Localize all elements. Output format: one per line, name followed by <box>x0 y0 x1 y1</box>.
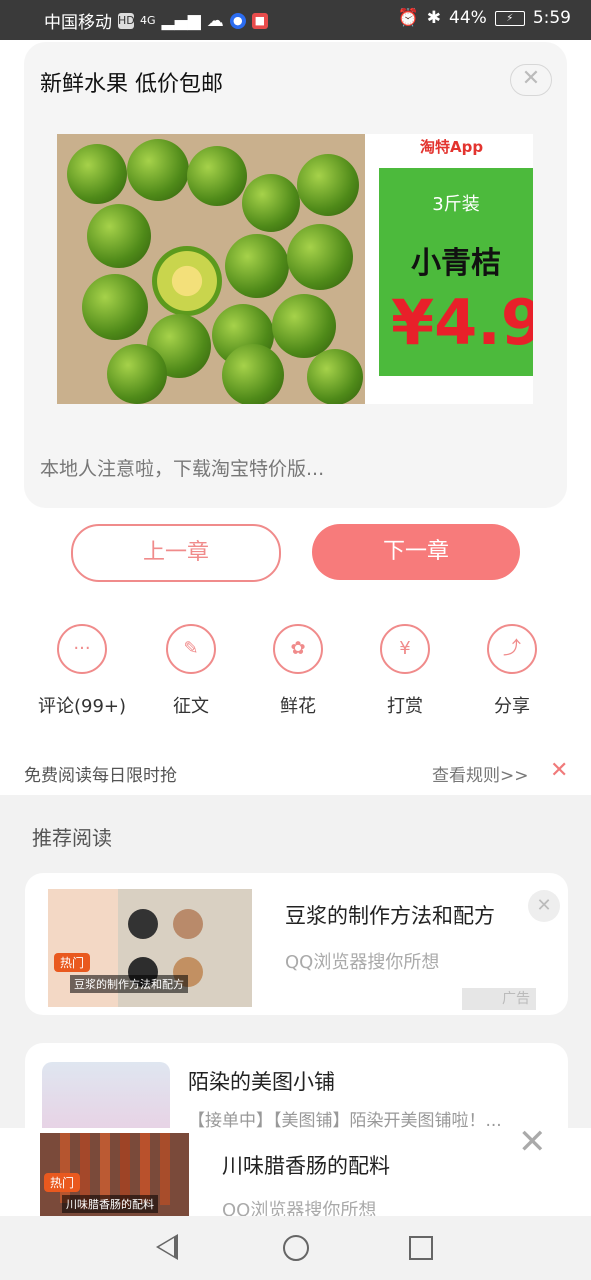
home-icon[interactable] <box>283 1235 309 1261</box>
comment-icon: ··· <box>57 624 107 674</box>
recommend-item-title: 陌染的美图小铺 <box>188 1070 335 1094</box>
ad-title: 新鲜水果 低价包邮 <box>40 72 223 97</box>
close-icon[interactable]: ✕ <box>510 64 552 96</box>
ad-image[interactable]: 淘特App 3斤装 小青桔 ¥4.9 <box>57 134 533 404</box>
next-chapter-button[interactable]: 下一章 <box>312 524 520 580</box>
thumbnail-caption: 豆浆的制作方法和配方 <box>70 975 188 993</box>
wifi-signal-icon: ▂▄▆ <box>161 10 201 31</box>
recommend-item-subtitle: QQ浏览器搜你所想 <box>285 952 440 973</box>
product-price: ¥4.9 <box>391 286 533 359</box>
prev-chapter-button[interactable]: 上一章 <box>71 524 281 582</box>
clock: 5:59 <box>532 8 571 28</box>
ad-tag: 广告 <box>462 988 536 1010</box>
essay-button[interactable]: ✎ 征文 <box>146 624 236 718</box>
flower-icon: ✿ <box>273 624 323 674</box>
brand-label: 淘特App <box>420 138 484 156</box>
essay-icon: ✎ <box>166 624 216 674</box>
spec-label: 3斤装 <box>432 194 480 215</box>
battery-icon: ⚡ <box>494 10 525 26</box>
recent-apps-icon[interactable] <box>409 1236 433 1260</box>
close-icon[interactable]: ✕ <box>518 1122 547 1162</box>
hot-badge: 热门 <box>44 1173 81 1192</box>
price-panel: 淘特App 3斤装 小青桔 ¥4.9 <box>365 134 533 404</box>
close-icon[interactable]: ✕ <box>528 890 560 922</box>
hd-icon: HD <box>118 12 135 29</box>
tip-label: 打赏 <box>387 696 423 717</box>
promo-text: 免费阅读每日限时抢 <box>24 766 177 786</box>
flower-button[interactable]: ✿ 鲜花 <box>253 624 343 718</box>
recommend-title: 推荐阅读 <box>32 826 112 850</box>
thumbnail-caption: 川味腊香肠的配料 <box>62 1195 158 1213</box>
comment-button[interactable]: ··· 评论(99+) <box>37 624 127 718</box>
bluetooth-icon: ✱ <box>426 8 442 28</box>
app-notification-icon: ● <box>229 12 246 29</box>
product-name: 小青桔 <box>411 246 501 281</box>
floating-ad-title: 川味腊香肠的配料 <box>222 1154 390 1178</box>
yuan-icon: ¥ <box>380 624 430 674</box>
hot-badge: 热门 <box>54 953 91 972</box>
comment-label: 评论(99+) <box>37 696 127 717</box>
flower-label: 鲜花 <box>280 696 316 717</box>
essay-label: 征文 <box>173 696 209 717</box>
cloud-icon: ☁ <box>206 10 224 31</box>
share-label: 分享 <box>494 696 530 717</box>
recommend-thumbnail[interactable]: 热门 豆浆的制作方法和配方 <box>48 889 252 1007</box>
tip-button[interactable]: ¥ 打赏 <box>360 624 450 718</box>
recommend-item-title: 豆浆的制作方法和配方 <box>285 904 495 928</box>
battery-percent: 44% <box>449 8 487 28</box>
limes-photo <box>57 134 365 404</box>
floating-ad-thumbnail[interactable]: 热门 川味腊香肠的配料 <box>40 1133 189 1217</box>
carrier-name: 中国移动 <box>44 13 112 33</box>
alarm-icon: ⏰ <box>397 8 419 28</box>
price-box: 3斤装 小青桔 ¥4.9 <box>379 168 533 376</box>
signal-icon: 4G <box>140 14 156 27</box>
back-icon[interactable] <box>156 1234 178 1260</box>
close-icon[interactable]: ✕ <box>550 758 568 783</box>
status-bar: 中国移动 HD 4G ▂▄▆ ☁ ● ■ ⏰ ✱ 44% ⚡ 5:59 <box>0 0 591 40</box>
view-rules-link[interactable]: 查看规则>> <box>432 761 529 786</box>
share-icon: ⤴ <box>487 624 537 674</box>
ad-description: 本地人注意啦，下载淘宝特价版... <box>40 458 325 480</box>
app-notification-red-icon: ■ <box>251 12 268 29</box>
share-button[interactable]: ⤴ 分享 <box>467 624 557 718</box>
